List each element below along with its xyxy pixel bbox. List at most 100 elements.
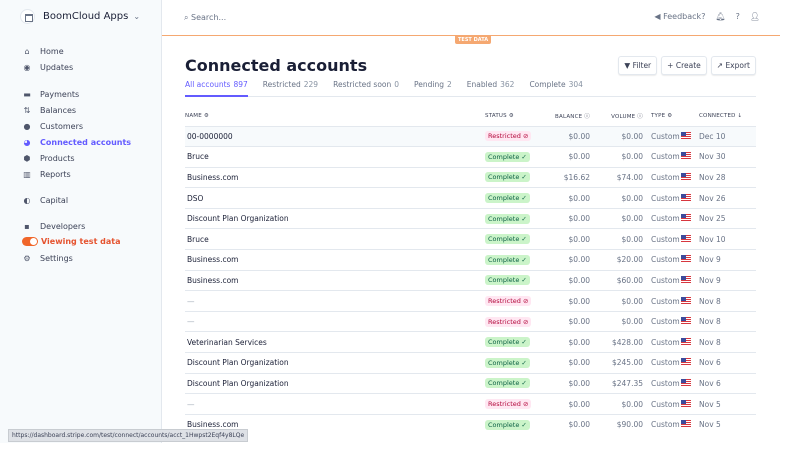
account-type: Custom xyxy=(643,290,681,312)
user-icon[interactable]: 👤︎ xyxy=(750,12,760,21)
status-badge: Complete ✓ xyxy=(485,269,545,291)
volume: $0.00 xyxy=(590,125,643,147)
us-flag-icon xyxy=(681,378,691,386)
sidebar-item-home[interactable]: ⌂ Home xyxy=(22,46,63,56)
volume: $0.00 xyxy=(590,393,643,415)
create-button[interactable]: + Create xyxy=(661,56,707,75)
export-button[interactable]: ↗ Export xyxy=(710,56,756,75)
status-badge: Complete ✓ xyxy=(485,249,545,271)
table-row[interactable]: — Restricted ⊘ $0.00 $0.00 Custom Nov 8 xyxy=(185,290,756,312)
table-row[interactable]: Bruce Complete ✓ $0.00 $0.00 Custom Nov … xyxy=(185,228,756,250)
table-row[interactable]: Veterinarian Services Complete ✓ $0.00 $… xyxy=(185,331,756,353)
table-row[interactable]: — Restricted ⊘ $0.00 $0.00 Custom Nov 5 xyxy=(185,393,756,415)
sidebar-item-viewing-test-data[interactable]: Viewing test data xyxy=(22,237,121,246)
tab-restricted[interactable]: Restricted 229 xyxy=(263,80,318,97)
arrow-up-right-icon: ↗ xyxy=(716,61,724,70)
account-switcher[interactable]: BoomCloud Apps ⌄ xyxy=(20,9,140,24)
us-flag-icon xyxy=(681,234,691,242)
us-flag-icon xyxy=(681,337,691,345)
col-connected[interactable]: CONNECTED ↓ xyxy=(699,107,756,126)
col-status[interactable]: STATUS ⚙ xyxy=(485,107,545,126)
account-name[interactable]: — xyxy=(185,393,485,415)
table-row[interactable]: — Restricted ⊘ $0.00 $0.00 Custom Nov 8 xyxy=(185,310,756,332)
connected-date: Nov 5 xyxy=(699,393,756,415)
account-name[interactable]: Discount Plan Organization xyxy=(185,352,485,374)
volume: $60.00 xyxy=(590,269,643,291)
table-row[interactable]: Business.com Complete ✓ $16.62 $74.00 Cu… xyxy=(185,166,756,188)
account-type: Custom xyxy=(643,228,681,250)
sidebar-item-capital[interactable]: ◐ Capital xyxy=(22,195,69,205)
connected-date: Nov 8 xyxy=(699,331,756,353)
balance: $0.00 xyxy=(545,187,590,209)
page-title: Connected accounts xyxy=(185,56,368,75)
sidebar-item-settings[interactable]: ⚙ Settings xyxy=(22,253,72,263)
table-row[interactable]: Discount Plan Organization Complete ✓ $0… xyxy=(185,372,756,394)
account-name[interactable]: Bruce xyxy=(185,146,485,168)
sidebar-item-updates[interactable]: ◉ Updates xyxy=(22,62,74,72)
table-row[interactable]: Business.com Complete ✓ $0.00 $90.00 Cus… xyxy=(185,413,756,435)
col-balance[interactable]: BALANCE ⓘ xyxy=(545,107,590,126)
volume: $428.00 xyxy=(590,331,643,353)
table-row[interactable]: Discount Plan Organization Complete ✓ $0… xyxy=(185,352,756,374)
sidebar-item-connected-accounts[interactable]: ◕ Connected accounts xyxy=(22,137,132,147)
balances-icon: ⇅ xyxy=(23,105,31,115)
sidebar-item-balances[interactable]: ⇅ Balances xyxy=(22,105,76,115)
connected-date: Nov 10 xyxy=(699,228,756,250)
volume: $0.00 xyxy=(590,207,643,229)
balance: $0.00 xyxy=(545,228,590,250)
table-row[interactable]: Bruce Complete ✓ $0.00 $0.00 Custom Nov … xyxy=(185,146,756,168)
sidebar-item-label: Updates xyxy=(40,62,74,72)
balance: $0.00 xyxy=(545,249,590,271)
sidebar-item-reports[interactable]: ▥ Reports xyxy=(22,169,70,179)
account-name[interactable]: 00-0000000 xyxy=(185,125,485,147)
bell-icon[interactable]: 🔔︎ xyxy=(715,12,725,21)
topbar: ⌕ Search... ◀ Feedback? 🔔︎ ? 👤︎ xyxy=(162,0,780,36)
account-type: Custom xyxy=(643,146,681,168)
balance: $0.00 xyxy=(545,372,590,394)
account-name[interactable]: — xyxy=(185,290,485,312)
sidebar-item-developers[interactable]: ▪ Developers xyxy=(22,221,85,231)
account-name[interactable]: Bruce xyxy=(185,228,485,250)
tab-complete[interactable]: Complete 304 xyxy=(529,80,582,97)
tab-restricted-soon[interactable]: Restricted soon 0 xyxy=(333,80,399,97)
help-icon[interactable]: ? xyxy=(736,12,740,21)
tab-pending[interactable]: Pending 2 xyxy=(414,80,452,97)
volume: $20.00 xyxy=(590,249,643,271)
search-input[interactable]: ⌕ Search... xyxy=(184,13,226,23)
tab-all-accounts[interactable]: All accounts 897 xyxy=(185,80,248,97)
account-name[interactable]: — xyxy=(185,310,485,332)
col-type[interactable]: TYPE ⚙ xyxy=(643,107,681,126)
sidebar-item-customers[interactable]: ● Customers xyxy=(22,121,84,131)
balance: $0.00 xyxy=(545,125,590,147)
sidebar-item-payments[interactable]: ▬ Payments xyxy=(22,89,79,99)
account-name[interactable]: Discount Plan Organization xyxy=(185,207,485,229)
table-row[interactable]: Business.com Complete ✓ $0.00 $20.00 Cus… xyxy=(185,249,756,271)
account-name[interactable]: Veterinarian Services xyxy=(185,331,485,353)
feedback-button[interactable]: ◀ Feedback? xyxy=(654,12,705,21)
us-flag-icon xyxy=(681,420,691,428)
col-volume[interactable]: VOLUME ⓘ xyxy=(590,107,643,126)
account-name[interactable]: Business.com xyxy=(185,269,485,291)
tab-enabled[interactable]: Enabled 362 xyxy=(467,80,515,97)
arrow-down-icon: ↓ xyxy=(737,113,743,120)
test-mode-toggle[interactable] xyxy=(22,237,38,246)
account-type: Custom xyxy=(643,372,681,394)
account-name[interactable]: Discount Plan Organization xyxy=(185,372,485,394)
table-row[interactable]: 00-0000000 Restricted ⊘ $0.00 $0.00 Cust… xyxy=(185,125,756,147)
table-row[interactable]: Discount Plan Organization Complete ✓ $0… xyxy=(185,207,756,229)
blocked-icon: ⊘ xyxy=(522,132,529,141)
account-name[interactable]: Business.com xyxy=(185,166,485,188)
table-row[interactable]: DSO Complete ✓ $0.00 $0.00 Custom Nov 26 xyxy=(185,187,756,209)
sidebar-item-label: Products xyxy=(40,153,75,163)
gear-icon: ⚙ xyxy=(23,253,31,263)
account-name[interactable]: Business.com xyxy=(185,249,485,271)
account-name[interactable]: DSO xyxy=(185,187,485,209)
balance: $0.00 xyxy=(545,290,590,312)
col-name[interactable]: NAME ⚙ xyxy=(185,107,485,126)
sidebar-item-label: Connected accounts xyxy=(40,137,132,147)
sidebar-item-products[interactable]: ⬢ Products xyxy=(22,153,75,163)
filter-button[interactable]: ▼ Filter xyxy=(618,56,658,75)
table-row[interactable]: Business.com Complete ✓ $0.00 $60.00 Cus… xyxy=(185,269,756,291)
chevron-down-icon: ⌄ xyxy=(133,12,141,21)
balance: $0.00 xyxy=(545,146,590,168)
